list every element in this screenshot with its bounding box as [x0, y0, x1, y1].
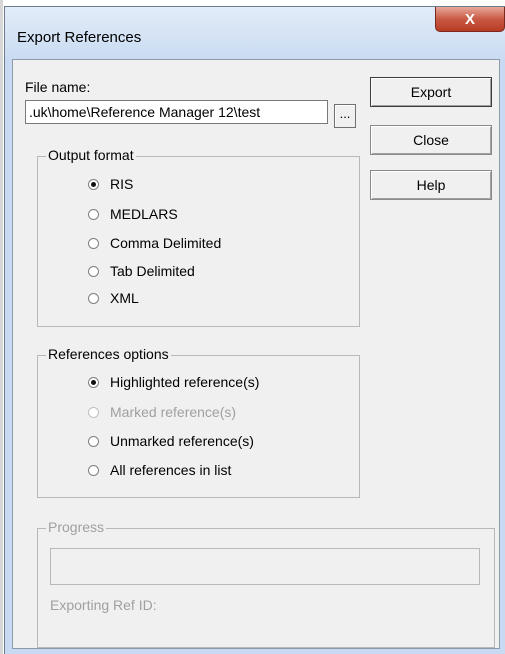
close-icon: X: [464, 10, 475, 28]
radio-button[interactable]: [88, 237, 99, 249]
close-button-label: Close: [413, 132, 449, 148]
help-button-label: Help: [416, 177, 446, 193]
file-name-label: File name:: [25, 79, 91, 95]
window-close-button[interactable]: X: [435, 7, 505, 32]
help-button[interactable]: Help: [370, 170, 492, 200]
radio-label: MEDLARS: [110, 206, 178, 222]
exporting-ref-id-label: Exporting Ref ID:: [50, 597, 157, 613]
browse-button[interactable]: ...: [334, 104, 356, 128]
radio-unmarked-references[interactable]: Unmarked reference(s): [88, 433, 254, 449]
export-button[interactable]: Export: [370, 77, 492, 107]
radio-label: Highlighted reference(s): [110, 374, 260, 390]
progress-legend: Progress: [46, 519, 107, 535]
output-format-legend: Output format: [46, 147, 136, 163]
dialog-title: Export References: [17, 29, 142, 46]
file-name-field[interactable]: .uk\home\Reference Manager 12\test: [25, 100, 328, 124]
radio-medlars[interactable]: MEDLARS: [88, 206, 178, 222]
radio-label: Tab Delimited: [110, 263, 195, 279]
radio-label: XML: [110, 290, 139, 306]
radio-highlighted-references[interactable]: Highlighted reference(s): [88, 374, 259, 390]
radio-button[interactable]: [88, 464, 99, 476]
radio-button: [88, 406, 99, 418]
references-options-legend: References options: [46, 346, 171, 362]
radio-label: All references in list: [110, 462, 232, 478]
radio-comma-delimited[interactable]: Comma Delimited: [88, 235, 221, 251]
radio-label: RIS: [110, 176, 134, 192]
radio-ris[interactable]: RIS: [88, 176, 133, 192]
close-button[interactable]: Close: [370, 125, 492, 155]
export-button-label: Export: [410, 84, 452, 100]
radio-tab-delimited[interactable]: Tab Delimited: [88, 263, 195, 279]
radio-button[interactable]: [88, 178, 99, 190]
radio-xml[interactable]: XML: [88, 290, 139, 306]
radio-button[interactable]: [88, 376, 99, 388]
radio-button[interactable]: [88, 208, 99, 220]
progress-bar: [50, 548, 480, 585]
radio-all-references[interactable]: All references in list: [88, 462, 231, 478]
radio-label: Unmarked reference(s): [110, 433, 254, 449]
radio-button[interactable]: [88, 265, 99, 277]
radio-button[interactable]: [88, 292, 99, 304]
title-bar[interactable]: Export References X: [5, 7, 505, 59]
radio-label: Marked reference(s): [110, 404, 237, 420]
radio-button[interactable]: [88, 435, 99, 447]
background-strip: [0, 0, 3, 654]
radio-marked-references: Marked reference(s): [88, 404, 236, 420]
radio-label: Comma Delimited: [110, 235, 222, 251]
progress-group: [37, 528, 495, 648]
